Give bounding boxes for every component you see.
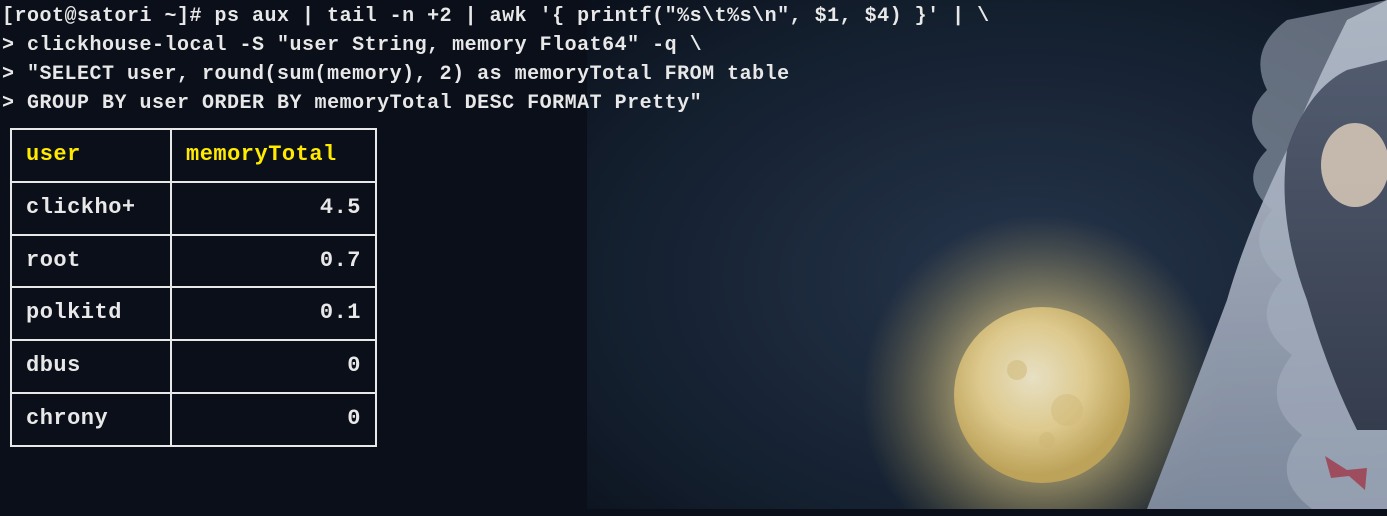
table-row: clickho+ 4.5 xyxy=(11,182,376,235)
table-header-row: user memoryTotal xyxy=(11,129,376,182)
table-row: root 0.7 xyxy=(11,235,376,288)
shell-prompt[interactable]: [root@satori ~]# xyxy=(2,5,215,28)
terminal-line-2: > clickhouse-local -S "user String, memo… xyxy=(2,31,1385,60)
table-row: dbus 0 xyxy=(11,340,376,393)
cell-memorytotal: 0 xyxy=(171,393,376,446)
continuation-marker: > xyxy=(2,34,27,57)
cell-user: polkitd xyxy=(11,287,171,340)
table-row: polkitd 0.1 xyxy=(11,287,376,340)
cell-user: chrony xyxy=(11,393,171,446)
terminal-line-1: [root@satori ~]# ps aux | tail -n +2 | a… xyxy=(2,2,1385,31)
table-row: chrony 0 xyxy=(11,393,376,446)
command-text: GROUP BY user ORDER BY memoryTotal DESC … xyxy=(27,92,702,115)
column-header-memorytotal: memoryTotal xyxy=(171,129,376,182)
column-header-user: user xyxy=(11,129,171,182)
terminal-line-4: > GROUP BY user ORDER BY memoryTotal DES… xyxy=(2,89,1385,118)
cell-memorytotal: 0.7 xyxy=(171,235,376,288)
cell-user: dbus xyxy=(11,340,171,393)
cell-memorytotal: 4.5 xyxy=(171,182,376,235)
terminal-line-3: > "SELECT user, round(sum(memory), 2) as… xyxy=(2,60,1385,89)
command-text: clickhouse-local -S "user String, memory… xyxy=(27,34,702,57)
continuation-marker: > xyxy=(2,92,27,115)
cell-user: clickho+ xyxy=(11,182,171,235)
cell-memorytotal: 0.1 xyxy=(171,287,376,340)
result-table: user memoryTotal clickho+ 4.5 root 0.7 p… xyxy=(10,128,377,447)
continuation-marker: > xyxy=(2,63,27,86)
command-text: "SELECT user, round(sum(memory), 2) as m… xyxy=(27,63,790,86)
command-text: ps aux | tail -n +2 | awk '{ printf("%s\… xyxy=(215,5,990,28)
cell-user: root xyxy=(11,235,171,288)
cell-memorytotal: 0 xyxy=(171,340,376,393)
